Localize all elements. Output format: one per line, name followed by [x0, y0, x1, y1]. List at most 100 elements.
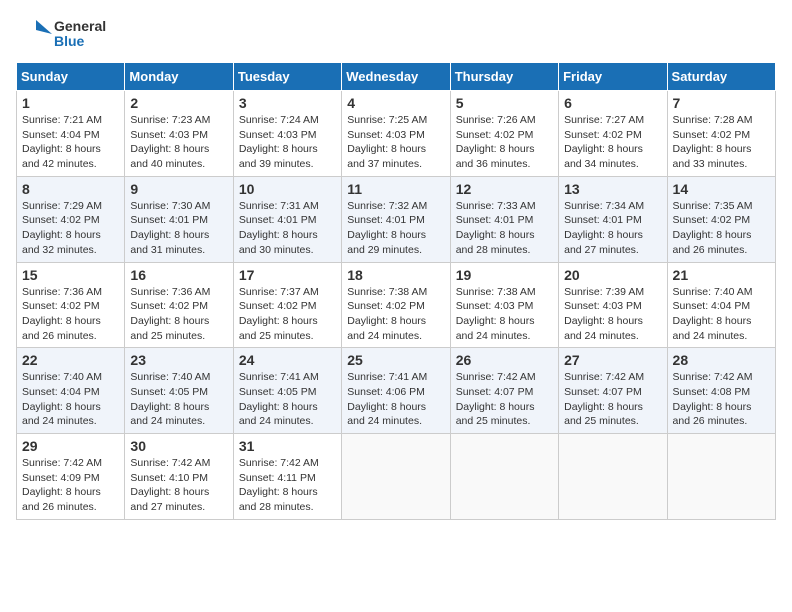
calendar-cell: 7 Sunrise: 7:28 AM Sunset: 4:02 PM Dayli…: [667, 91, 775, 177]
weekday-header-row: SundayMondayTuesdayWednesdayThursdayFrid…: [17, 63, 776, 91]
day-info: Sunrise: 7:28 AM Sunset: 4:02 PM Dayligh…: [673, 113, 770, 172]
calendar-cell: [342, 434, 450, 520]
day-number: 15: [22, 267, 119, 283]
day-number: 21: [673, 267, 770, 283]
day-number: 31: [239, 438, 336, 454]
calendar-cell: [450, 434, 558, 520]
calendar-cell: 26 Sunrise: 7:42 AM Sunset: 4:07 PM Dayl…: [450, 348, 558, 434]
day-number: 14: [673, 181, 770, 197]
calendar-cell: 11 Sunrise: 7:32 AM Sunset: 4:01 PM Dayl…: [342, 176, 450, 262]
weekday-header-friday: Friday: [559, 63, 667, 91]
weekday-header-tuesday: Tuesday: [233, 63, 341, 91]
day-number: 30: [130, 438, 227, 454]
calendar-week-row: 8 Sunrise: 7:29 AM Sunset: 4:02 PM Dayli…: [17, 176, 776, 262]
day-info: Sunrise: 7:38 AM Sunset: 4:02 PM Dayligh…: [347, 285, 444, 344]
day-number: 29: [22, 438, 119, 454]
calendar-cell: 29 Sunrise: 7:42 AM Sunset: 4:09 PM Dayl…: [17, 434, 125, 520]
day-number: 24: [239, 352, 336, 368]
calendar-cell: 21 Sunrise: 7:40 AM Sunset: 4:04 PM Dayl…: [667, 262, 775, 348]
day-info: Sunrise: 7:32 AM Sunset: 4:01 PM Dayligh…: [347, 199, 444, 258]
calendar-week-row: 1 Sunrise: 7:21 AM Sunset: 4:04 PM Dayli…: [17, 91, 776, 177]
day-number: 18: [347, 267, 444, 283]
calendar-cell: 2 Sunrise: 7:23 AM Sunset: 4:03 PM Dayli…: [125, 91, 233, 177]
day-number: 22: [22, 352, 119, 368]
day-number: 27: [564, 352, 661, 368]
day-info: Sunrise: 7:36 AM Sunset: 4:02 PM Dayligh…: [130, 285, 227, 344]
calendar-cell: 18 Sunrise: 7:38 AM Sunset: 4:02 PM Dayl…: [342, 262, 450, 348]
day-info: Sunrise: 7:35 AM Sunset: 4:02 PM Dayligh…: [673, 199, 770, 258]
day-number: 26: [456, 352, 553, 368]
day-info: Sunrise: 7:38 AM Sunset: 4:03 PM Dayligh…: [456, 285, 553, 344]
calendar-cell: 19 Sunrise: 7:38 AM Sunset: 4:03 PM Dayl…: [450, 262, 558, 348]
logo-blue: Blue: [54, 34, 106, 49]
weekday-header-saturday: Saturday: [667, 63, 775, 91]
day-number: 19: [456, 267, 553, 283]
day-number: 16: [130, 267, 227, 283]
calendar-cell: 6 Sunrise: 7:27 AM Sunset: 4:02 PM Dayli…: [559, 91, 667, 177]
calendar-cell: 20 Sunrise: 7:39 AM Sunset: 4:03 PM Dayl…: [559, 262, 667, 348]
day-number: 2: [130, 95, 227, 111]
calendar-week-row: 22 Sunrise: 7:40 AM Sunset: 4:04 PM Dayl…: [17, 348, 776, 434]
calendar-week-row: 29 Sunrise: 7:42 AM Sunset: 4:09 PM Dayl…: [17, 434, 776, 520]
day-info: Sunrise: 7:37 AM Sunset: 4:02 PM Dayligh…: [239, 285, 336, 344]
day-number: 6: [564, 95, 661, 111]
day-info: Sunrise: 7:27 AM Sunset: 4:02 PM Dayligh…: [564, 113, 661, 172]
day-number: 10: [239, 181, 336, 197]
day-info: Sunrise: 7:41 AM Sunset: 4:05 PM Dayligh…: [239, 370, 336, 429]
day-number: 23: [130, 352, 227, 368]
day-info: Sunrise: 7:42 AM Sunset: 4:11 PM Dayligh…: [239, 456, 336, 515]
day-info: Sunrise: 7:42 AM Sunset: 4:10 PM Dayligh…: [130, 456, 227, 515]
day-number: 9: [130, 181, 227, 197]
day-info: Sunrise: 7:40 AM Sunset: 4:04 PM Dayligh…: [673, 285, 770, 344]
calendar-cell: 31 Sunrise: 7:42 AM Sunset: 4:11 PM Dayl…: [233, 434, 341, 520]
calendar-cell: 16 Sunrise: 7:36 AM Sunset: 4:02 PM Dayl…: [125, 262, 233, 348]
day-info: Sunrise: 7:40 AM Sunset: 4:04 PM Dayligh…: [22, 370, 119, 429]
day-info: Sunrise: 7:41 AM Sunset: 4:06 PM Dayligh…: [347, 370, 444, 429]
day-info: Sunrise: 7:29 AM Sunset: 4:02 PM Dayligh…: [22, 199, 119, 258]
day-number: 1: [22, 95, 119, 111]
page-header: General Blue: [16, 16, 776, 52]
calendar-cell: 23 Sunrise: 7:40 AM Sunset: 4:05 PM Dayl…: [125, 348, 233, 434]
day-info: Sunrise: 7:36 AM Sunset: 4:02 PM Dayligh…: [22, 285, 119, 344]
day-number: 8: [22, 181, 119, 197]
day-number: 25: [347, 352, 444, 368]
calendar-cell: 4 Sunrise: 7:25 AM Sunset: 4:03 PM Dayli…: [342, 91, 450, 177]
day-info: Sunrise: 7:40 AM Sunset: 4:05 PM Dayligh…: [130, 370, 227, 429]
day-info: Sunrise: 7:31 AM Sunset: 4:01 PM Dayligh…: [239, 199, 336, 258]
day-info: Sunrise: 7:42 AM Sunset: 4:07 PM Dayligh…: [564, 370, 661, 429]
day-number: 4: [347, 95, 444, 111]
day-number: 7: [673, 95, 770, 111]
logo: General Blue: [16, 16, 106, 52]
calendar-cell: 15 Sunrise: 7:36 AM Sunset: 4:02 PM Dayl…: [17, 262, 125, 348]
day-number: 3: [239, 95, 336, 111]
day-number: 20: [564, 267, 661, 283]
calendar-cell: 30 Sunrise: 7:42 AM Sunset: 4:10 PM Dayl…: [125, 434, 233, 520]
calendar-table: SundayMondayTuesdayWednesdayThursdayFrid…: [16, 62, 776, 520]
logo-general: General: [54, 19, 106, 34]
calendar-week-row: 15 Sunrise: 7:36 AM Sunset: 4:02 PM Dayl…: [17, 262, 776, 348]
calendar-cell: [667, 434, 775, 520]
weekday-header-sunday: Sunday: [17, 63, 125, 91]
day-number: 11: [347, 181, 444, 197]
day-info: Sunrise: 7:24 AM Sunset: 4:03 PM Dayligh…: [239, 113, 336, 172]
day-number: 28: [673, 352, 770, 368]
calendar-cell: 24 Sunrise: 7:41 AM Sunset: 4:05 PM Dayl…: [233, 348, 341, 434]
logo-container: General Blue: [16, 16, 106, 52]
day-info: Sunrise: 7:21 AM Sunset: 4:04 PM Dayligh…: [22, 113, 119, 172]
weekday-header-monday: Monday: [125, 63, 233, 91]
calendar-cell: [559, 434, 667, 520]
calendar-cell: 8 Sunrise: 7:29 AM Sunset: 4:02 PM Dayli…: [17, 176, 125, 262]
day-info: Sunrise: 7:23 AM Sunset: 4:03 PM Dayligh…: [130, 113, 227, 172]
day-number: 12: [456, 181, 553, 197]
calendar-cell: 28 Sunrise: 7:42 AM Sunset: 4:08 PM Dayl…: [667, 348, 775, 434]
day-number: 5: [456, 95, 553, 111]
weekday-header-thursday: Thursday: [450, 63, 558, 91]
calendar-cell: 10 Sunrise: 7:31 AM Sunset: 4:01 PM Dayl…: [233, 176, 341, 262]
calendar-cell: 3 Sunrise: 7:24 AM Sunset: 4:03 PM Dayli…: [233, 91, 341, 177]
logo-text: General Blue: [54, 19, 106, 50]
calendar-cell: 17 Sunrise: 7:37 AM Sunset: 4:02 PM Dayl…: [233, 262, 341, 348]
day-info: Sunrise: 7:34 AM Sunset: 4:01 PM Dayligh…: [564, 199, 661, 258]
calendar-cell: 9 Sunrise: 7:30 AM Sunset: 4:01 PM Dayli…: [125, 176, 233, 262]
calendar-cell: 5 Sunrise: 7:26 AM Sunset: 4:02 PM Dayli…: [450, 91, 558, 177]
day-info: Sunrise: 7:33 AM Sunset: 4:01 PM Dayligh…: [456, 199, 553, 258]
